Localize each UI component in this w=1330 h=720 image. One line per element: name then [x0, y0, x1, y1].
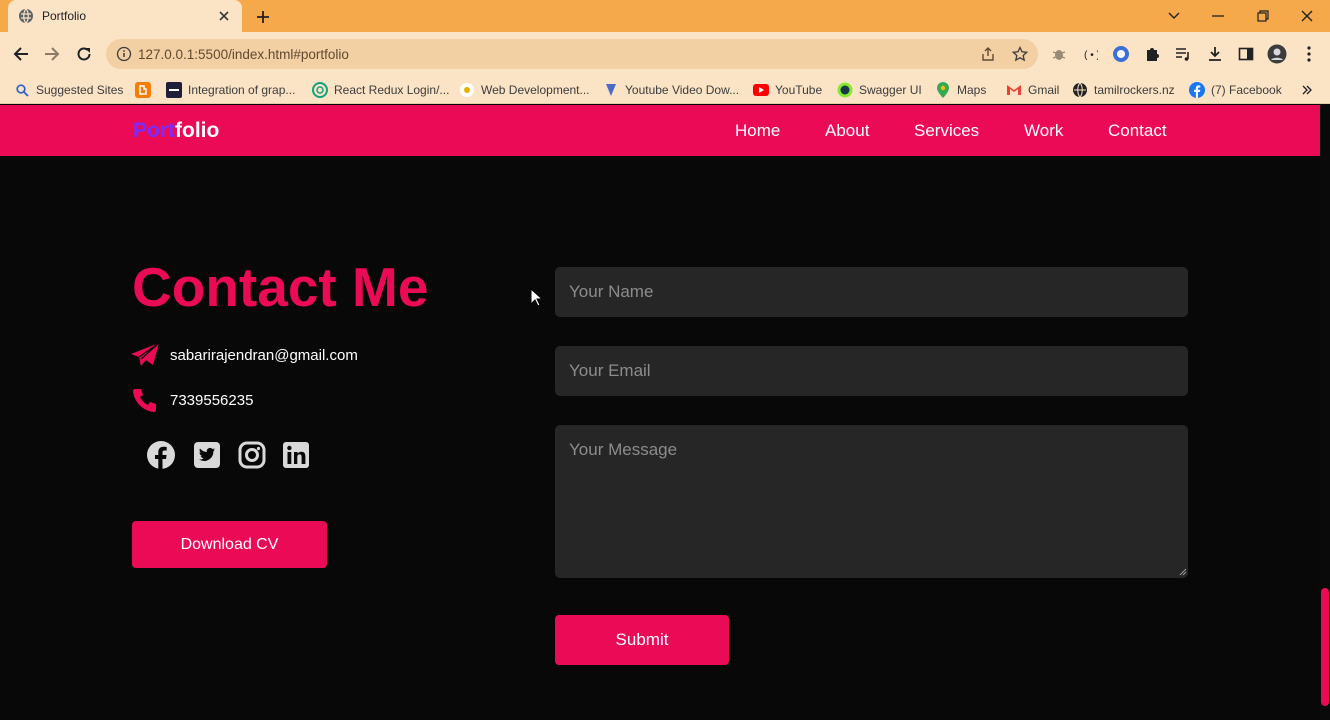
- phone-icon: [130, 385, 160, 415]
- bookmark-label: Swagger UI: [859, 83, 922, 97]
- menu-dots-icon[interactable]: [1299, 44, 1319, 64]
- bookmark-label: Integration of grap...: [188, 83, 296, 97]
- bookmark-integration[interactable]: Integration of grap...: [166, 80, 295, 100]
- close-tab-icon[interactable]: [216, 8, 232, 24]
- share-icon[interactable]: [980, 46, 996, 62]
- site-logo[interactable]: Portfolio: [133, 119, 219, 143]
- nav-link-about[interactable]: About: [825, 121, 869, 141]
- extensions-puzzle-icon[interactable]: [1142, 44, 1162, 64]
- nav-link-contact[interactable]: Contact: [1108, 121, 1167, 141]
- nav-link-work[interactable]: Work: [1024, 121, 1063, 141]
- contact-title: Contact Me: [132, 256, 429, 318]
- site-icon: [459, 82, 475, 98]
- extension-code-icon[interactable]: (•): [1080, 44, 1100, 64]
- side-panel-icon[interactable]: [1236, 44, 1256, 64]
- nav-link-home[interactable]: Home: [735, 121, 780, 141]
- forward-arrow-icon[interactable]: [40, 42, 64, 66]
- logo-text-port: Port: [133, 119, 175, 142]
- swagger-icon: [837, 82, 853, 98]
- name-input[interactable]: Your Name: [555, 267, 1188, 317]
- page-scrollbar-thumb[interactable]: [1321, 588, 1329, 706]
- nav-link-services[interactable]: Services: [914, 121, 979, 141]
- search-icon: [14, 82, 30, 98]
- browser-toolbar: 127.0.0.1:5500/index.html#portfolio (•): [0, 32, 1330, 76]
- bookmark-label: Maps: [957, 83, 987, 97]
- restore-icon[interactable]: [1251, 4, 1275, 28]
- bookmarks-bar: Suggested Sites Integration of grap... R…: [0, 76, 1330, 104]
- bookmark-gmail[interactable]: Gmail: [1006, 80, 1059, 100]
- bookmark-web-development[interactable]: Web Development...: [459, 80, 590, 100]
- back-arrow-icon[interactable]: [9, 42, 33, 66]
- bookmark-label: Gmail: [1028, 83, 1060, 97]
- download-cv-button[interactable]: Download CV: [132, 521, 327, 568]
- tab-title: Portfolio: [42, 9, 87, 23]
- bookmark-suggested-sites[interactable]: Suggested Sites: [14, 80, 123, 100]
- bookmark-label: Suggested Sites: [36, 83, 124, 97]
- bookmark-blogger[interactable]: [135, 80, 157, 100]
- maps-icon: [935, 82, 951, 98]
- mouse-cursor-icon: [530, 288, 543, 307]
- bookmark-label: tamilrockers.nz: [1094, 83, 1175, 97]
- bookmark-star-icon[interactable]: [1012, 46, 1028, 62]
- bookmark-swagger[interactable]: Swagger UI: [837, 80, 922, 100]
- reload-icon[interactable]: [72, 42, 96, 66]
- minimize-icon[interactable]: [1206, 4, 1230, 28]
- url-text: 127.0.0.1:5500/index.html#portfolio: [138, 46, 349, 62]
- site-info-icon[interactable]: [116, 46, 132, 62]
- bookmark-youtube-downloader[interactable]: Youtube Video Dow...: [603, 80, 739, 100]
- bookmark-label: (7) Facebook: [1211, 83, 1282, 97]
- message-textarea[interactable]: Your Message: [555, 425, 1188, 578]
- phone-text: 7339556235: [170, 391, 254, 409]
- close-window-icon[interactable]: [1295, 4, 1319, 28]
- browser-tab-bar: Portfolio: [0, 0, 1330, 32]
- resize-handle-icon[interactable]: [1178, 567, 1187, 576]
- svg-text:(•): (•): [1083, 50, 1098, 62]
- download-arrow-icon: [603, 82, 619, 98]
- profile-avatar-icon[interactable]: [1267, 44, 1287, 64]
- logo-text-folio: folio: [175, 119, 220, 142]
- new-tab-icon[interactable]: [252, 6, 274, 28]
- download-icon[interactable]: [1205, 44, 1225, 64]
- bookmark-label: Web Development...: [481, 83, 590, 97]
- bookmark-label: Youtube Video Dow...: [625, 83, 740, 97]
- phone-row: 7339556235: [130, 385, 253, 415]
- globe-icon: [1072, 82, 1088, 98]
- bookmark-react-redux[interactable]: React Redux Login/...: [312, 80, 449, 100]
- bookmark-tamilrockers[interactable]: tamilrockers.nz: [1072, 80, 1175, 100]
- extension-bug-icon[interactable]: [1049, 44, 1069, 64]
- globe-icon: [19, 8, 33, 24]
- blogger-icon: [135, 82, 151, 98]
- bookmark-maps[interactable]: Maps: [935, 80, 986, 100]
- chatgpt-icon: [312, 82, 328, 98]
- email-row: sabarirajendran@gmail.com: [130, 340, 358, 370]
- email-text: sabarirajendran@gmail.com: [170, 346, 358, 364]
- facebook-icon[interactable]: [146, 440, 176, 470]
- more-bookmarks-chevron-icon[interactable]: [1302, 80, 1312, 100]
- instagram-icon[interactable]: [237, 440, 267, 470]
- site-navbar: Portfolio Home About Services Work Conta…: [0, 105, 1320, 156]
- linkedin-icon[interactable]: [281, 440, 311, 470]
- media-queue-icon[interactable]: [1173, 44, 1193, 64]
- browser-tab[interactable]: Portfolio: [8, 0, 242, 32]
- bookmark-youtube[interactable]: YouTube: [753, 80, 822, 100]
- email-input[interactable]: Your Email: [555, 346, 1188, 396]
- submit-button[interactable]: Submit: [555, 615, 729, 665]
- address-bar[interactable]: 127.0.0.1:5500/index.html#portfolio: [106, 39, 1038, 69]
- site-icon: [166, 82, 182, 98]
- bookmark-facebook[interactable]: (7) Facebook: [1189, 80, 1282, 100]
- bookmark-label: YouTube: [775, 83, 823, 97]
- facebook-icon: [1189, 82, 1205, 98]
- youtube-icon: [753, 82, 769, 98]
- gmail-icon: [1006, 82, 1022, 98]
- paper-plane-icon: [130, 340, 160, 370]
- tab-search-chevron-icon[interactable]: [1162, 4, 1186, 28]
- twitter-icon[interactable]: [192, 440, 222, 470]
- extension-circle-icon[interactable]: [1111, 44, 1131, 64]
- bookmark-label: React Redux Login/...: [334, 83, 450, 97]
